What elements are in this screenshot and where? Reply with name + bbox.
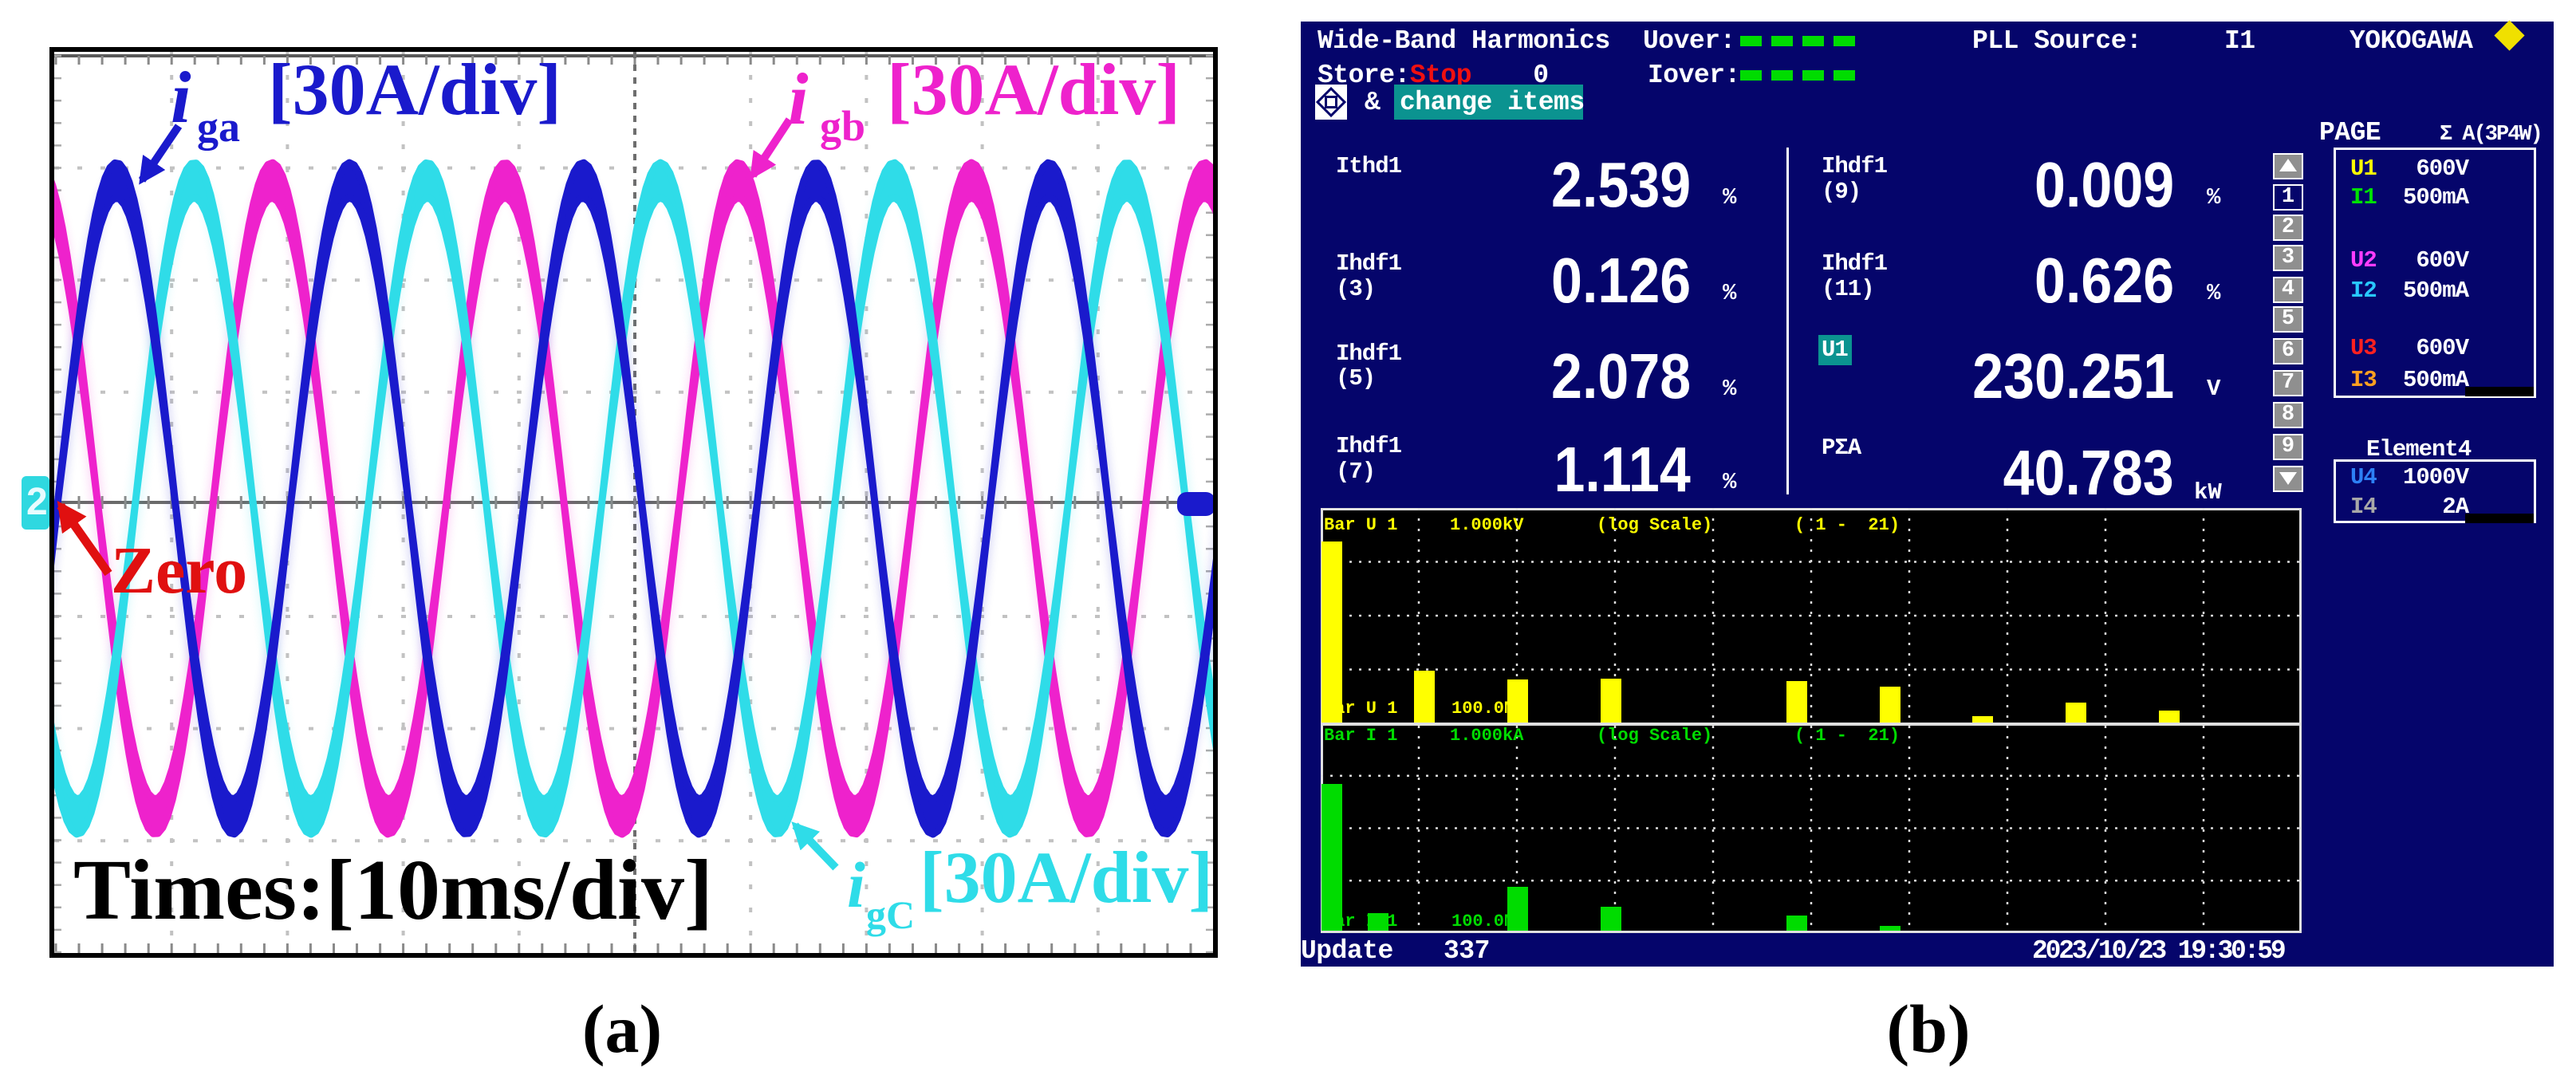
svg-text:(log Scale): (log Scale) xyxy=(1597,515,1712,535)
svg-text:100.0M: 100.0M xyxy=(1451,912,1514,931)
svg-text:Bar I 1: Bar I 1 xyxy=(1324,726,1397,746)
svg-text:( 1 - 21): ( 1 - 21) xyxy=(1794,726,1900,746)
svg-text:1.000kV: 1.000kV xyxy=(1450,515,1524,535)
svg-text:100.0M: 100.0M xyxy=(1451,699,1514,719)
svg-text:1.000kA: 1.000kA xyxy=(1450,726,1524,746)
svg-text:Bar U 1: Bar U 1 xyxy=(1324,515,1397,535)
svg-text:(log Scale): (log Scale) xyxy=(1597,726,1712,746)
svg-text:( 1 - 21): ( 1 - 21) xyxy=(1794,515,1900,535)
